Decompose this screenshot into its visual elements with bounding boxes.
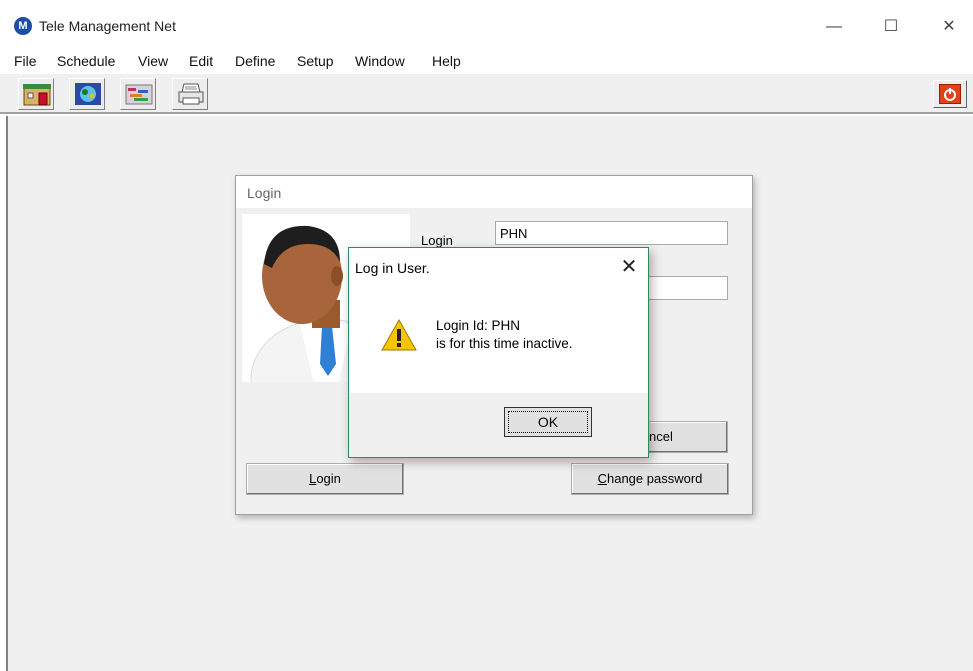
menu-schedule[interactable]: Schedule bbox=[57, 53, 115, 69]
message-box: Log in User. ✕ Login Id: PHN is for this… bbox=[348, 247, 649, 458]
message-box-footer: OK bbox=[349, 393, 648, 457]
ok-button[interactable]: OK bbox=[504, 407, 592, 437]
focus-rectangle bbox=[508, 411, 588, 433]
power-icon bbox=[939, 84, 961, 104]
login-dialog-titlebar: Login bbox=[236, 176, 752, 208]
warning-icon bbox=[381, 318, 417, 351]
app-logo-icon: M bbox=[14, 17, 32, 35]
window-title: Tele Management Net bbox=[39, 18, 176, 34]
login-label: Login bbox=[421, 233, 453, 248]
change-password-button[interactable]: Change password bbox=[571, 463, 729, 495]
title-bar: M Tele Management Net — ☐ ✕ bbox=[0, 0, 973, 48]
change-password-mnemonic: C bbox=[597, 471, 607, 486]
toolbar-print-button[interactable] bbox=[172, 78, 208, 110]
printer-icon bbox=[178, 83, 204, 105]
close-window-button[interactable]: ✕ bbox=[926, 12, 972, 42]
message-line-2: is for this time inactive. bbox=[436, 336, 573, 351]
network-icon bbox=[75, 83, 101, 105]
message-box-close-button[interactable]: ✕ bbox=[617, 254, 641, 279]
minimize-button[interactable]: — bbox=[811, 12, 857, 42]
toolbar-building-button[interactable] bbox=[18, 78, 54, 110]
menu-file[interactable]: File bbox=[14, 53, 37, 69]
login-button-label: ogin bbox=[316, 471, 341, 486]
message-box-title: Log in User. bbox=[355, 260, 430, 276]
menu-define[interactable]: Define bbox=[235, 53, 275, 69]
login-button[interactable]: Login bbox=[246, 463, 404, 495]
menu-edit[interactable]: Edit bbox=[189, 53, 213, 69]
change-password-label: hange password bbox=[606, 471, 703, 486]
menu-help[interactable]: Help bbox=[432, 53, 461, 69]
schedule-icon bbox=[125, 84, 153, 105]
toolbar-schedule-button[interactable] bbox=[120, 78, 156, 110]
login-id-input[interactable] bbox=[495, 221, 728, 245]
building-icon bbox=[23, 84, 51, 106]
menu-view[interactable]: View bbox=[138, 53, 168, 69]
power-button[interactable] bbox=[933, 80, 967, 108]
menu-setup[interactable]: Setup bbox=[297, 53, 334, 69]
maximize-button[interactable]: ☐ bbox=[868, 12, 914, 42]
cancel-button-label: ncel bbox=[649, 429, 673, 444]
toolbar-network-button[interactable] bbox=[69, 78, 105, 110]
menu-bar: File Schedule View Edit Define Setup Win… bbox=[0, 48, 973, 74]
login-dialog-title: Login bbox=[247, 185, 282, 201]
menu-window[interactable]: Window bbox=[355, 53, 405, 69]
message-line-1: Login Id: PHN bbox=[436, 318, 521, 333]
toolbar bbox=[0, 74, 973, 114]
